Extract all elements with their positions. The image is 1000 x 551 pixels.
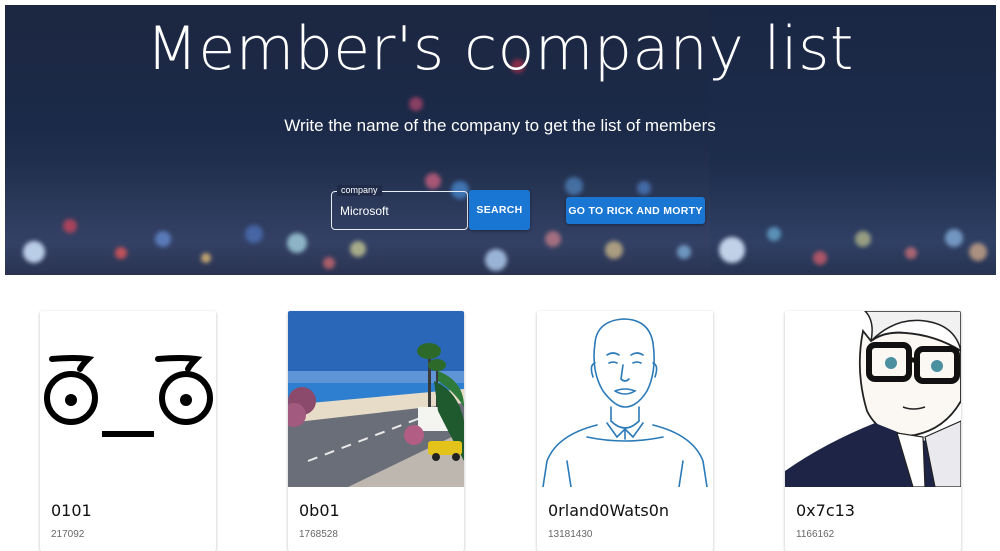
beach-road-illustration xyxy=(288,311,464,487)
bokeh-light xyxy=(287,233,307,253)
bokeh-light xyxy=(63,219,77,233)
member-id: 1166162 xyxy=(796,529,835,540)
company-search-input[interactable] xyxy=(340,202,460,220)
bokeh-light xyxy=(855,231,871,247)
anime-glasses-portrait xyxy=(785,311,961,487)
member-id: 217092 xyxy=(51,529,85,540)
member-id: 13181430 xyxy=(548,529,593,540)
member-name: 0101 xyxy=(51,501,92,520)
bokeh-light xyxy=(945,229,963,247)
company-field-label: company xyxy=(337,185,382,196)
bokeh-light xyxy=(605,241,623,259)
disapproval-face-icon xyxy=(44,355,213,437)
avatar xyxy=(537,311,713,487)
bokeh-light xyxy=(545,231,561,247)
bokeh-light xyxy=(115,247,127,259)
search-button[interactable]: SEARCH xyxy=(469,190,530,230)
page-title: Member's company list xyxy=(146,14,854,84)
bokeh-light xyxy=(425,173,441,189)
bokeh-light xyxy=(409,97,423,111)
member-card[interactable]: 0rland0Wats0n 13181430 xyxy=(537,311,713,551)
rick-and-morty-button[interactable]: GO TO RICK AND MORTY xyxy=(566,197,705,224)
bokeh-light xyxy=(969,243,987,261)
bokeh-light xyxy=(677,245,691,259)
bokeh-light xyxy=(201,253,211,263)
member-name: 0x7c13 xyxy=(796,501,855,520)
bokeh-light xyxy=(155,231,171,247)
member-name: 0rland0Wats0n xyxy=(548,501,670,520)
bokeh-light xyxy=(565,177,583,195)
avatar xyxy=(288,311,464,487)
bokeh-light xyxy=(23,241,45,263)
member-card[interactable]: 0x7c13 1166162 xyxy=(785,311,961,551)
bokeh-light xyxy=(323,257,335,269)
bokeh-light xyxy=(245,225,263,243)
line-drawing-portrait xyxy=(537,311,713,487)
bokeh-light xyxy=(719,237,745,263)
avatar xyxy=(40,311,216,487)
member-id: 1768528 xyxy=(299,529,338,540)
bokeh-light xyxy=(905,247,917,259)
member-name: 0b01 xyxy=(299,501,340,520)
bokeh-light xyxy=(813,251,827,265)
bokeh-light xyxy=(767,227,781,241)
avatar xyxy=(785,311,961,487)
member-card[interactable]: 0101 217092 xyxy=(40,311,216,551)
bokeh-light xyxy=(637,181,651,195)
bokeh-light xyxy=(485,249,507,271)
member-card[interactable]: 0b01 1768528 xyxy=(288,311,464,551)
bokeh-light xyxy=(350,241,366,257)
page-subtitle: Write the name of the company to get the… xyxy=(284,116,716,135)
